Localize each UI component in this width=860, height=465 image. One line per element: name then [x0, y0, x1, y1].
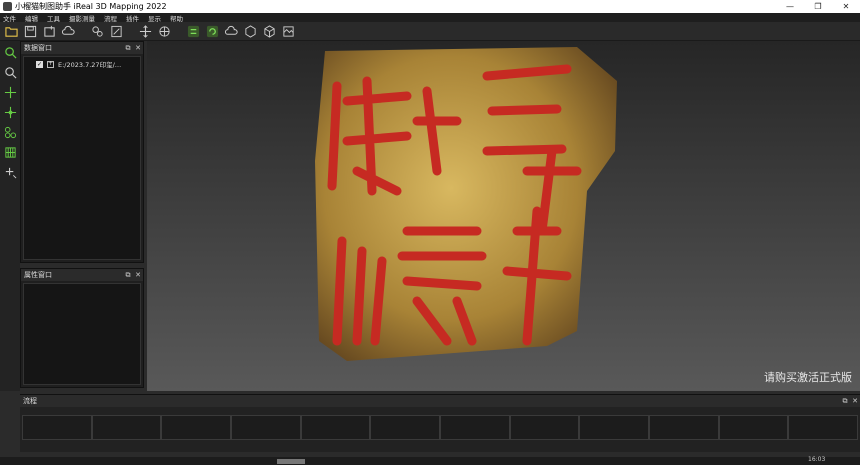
expand-icon[interactable]: + — [47, 60, 54, 68]
menu-help[interactable]: 帮助 — [170, 13, 183, 23]
data-tree: ✓ + E:/2023.7.27印玺/… — [23, 56, 141, 260]
menu-edit[interactable]: 编辑 — [25, 13, 38, 23]
maximize-button[interactable]: ❐ — [804, 2, 832, 11]
process-panel-header: 流程 ⧉ ✕ — [20, 395, 860, 407]
move-icon[interactable] — [138, 24, 153, 38]
minimize-button[interactable]: — — [776, 2, 804, 11]
grid-icon[interactable] — [3, 145, 18, 159]
close-icon[interactable]: ✕ — [133, 44, 143, 52]
menu-bar: 文件 编辑 工具 摄影测量 流程 插件 显示 帮助 — [0, 13, 860, 23]
toolbar-separator — [80, 24, 86, 38]
menu-display[interactable]: 显示 — [148, 13, 161, 23]
zoom-icon[interactable] — [3, 65, 18, 79]
scroll-handle[interactable] — [277, 459, 305, 464]
data-panel-header: 数据窗口 ⧉ ✕ — [21, 42, 143, 54]
clock: 16:03 — [808, 456, 826, 463]
process-slot[interactable] — [788, 415, 859, 440]
seal-model — [315, 47, 617, 361]
add-point-icon[interactable] — [3, 165, 18, 179]
process-slot[interactable] — [91, 415, 162, 440]
menu-photogrammetry[interactable]: 摄影测量 — [69, 13, 95, 23]
process-slot[interactable] — [300, 415, 371, 440]
node-icon[interactable] — [3, 125, 18, 139]
cloud-upload-icon[interactable] — [224, 24, 239, 38]
process-slot[interactable] — [579, 415, 650, 440]
toolbar-separator — [176, 24, 182, 38]
menu-plugins[interactable]: 插件 — [126, 13, 139, 23]
tree-item-label: E:/2023.7.27印玺/… — [58, 61, 122, 69]
texture-icon[interactable] — [281, 24, 296, 38]
cube-icon[interactable] — [243, 24, 258, 38]
point-pick-icon[interactable] — [3, 105, 18, 119]
sync-icon[interactable] — [186, 24, 201, 38]
crosshair-icon[interactable] — [3, 85, 18, 99]
script-icon[interactable] — [109, 24, 124, 38]
process-slot[interactable] — [718, 415, 789, 440]
refresh-icon[interactable] — [205, 24, 220, 38]
property-list — [23, 283, 141, 385]
menu-tools[interactable]: 工具 — [47, 13, 60, 23]
folder-open-icon[interactable] — [4, 24, 19, 38]
property-panel: 属性窗口 ⧉ ✕ — [20, 268, 144, 388]
app-icon — [3, 2, 12, 11]
tree-item[interactable]: ✓ + E:/2023.7.27印玺/… — [24, 57, 140, 69]
toolbar-separator — [128, 24, 134, 38]
menu-workflow[interactable]: 流程 — [104, 13, 117, 23]
window-title: 小榴猫制图助手 iReal 3D Mapping 2022 — [15, 2, 167, 11]
menu-file[interactable]: 文件 — [3, 13, 16, 23]
rotate-icon[interactable] — [157, 24, 172, 38]
status-bar: 16:03 — [0, 456, 860, 465]
3d-viewport[interactable]: 请购买激活正式版 — [147, 41, 860, 391]
process-panel-title: 流程 — [23, 397, 37, 405]
save-icon[interactable] — [23, 24, 38, 38]
side-toolbar — [0, 41, 20, 391]
search-icon[interactable] — [3, 45, 18, 59]
process-slot[interactable] — [231, 415, 301, 440]
data-panel: 数据窗口 ⧉ ✕ ✓ + E:/2023.7.27印玺/… — [20, 41, 144, 263]
process-slot[interactable] — [370, 415, 441, 440]
close-icon[interactable]: ✕ — [133, 271, 143, 279]
float-icon[interactable]: ⧉ — [123, 271, 133, 280]
float-icon[interactable]: ⧉ — [123, 44, 133, 53]
process-slot[interactable] — [649, 415, 719, 440]
process-slot[interactable] — [509, 415, 580, 440]
new-project-icon[interactable] — [42, 24, 57, 38]
process-slots — [22, 415, 859, 440]
process-slot[interactable] — [161, 415, 232, 440]
checkbox[interactable]: ✓ — [36, 60, 43, 68]
title-bar: 小榴猫制图助手 iReal 3D Mapping 2022 — ❐ ✕ — [0, 0, 860, 13]
close-icon[interactable]: ✕ — [850, 397, 860, 405]
close-button[interactable]: ✕ — [832, 2, 860, 11]
process-slot[interactable] — [440, 415, 510, 440]
cube-alt-icon[interactable] — [262, 24, 277, 38]
data-panel-title: 数据窗口 — [24, 44, 52, 52]
float-icon[interactable]: ⧉ — [840, 397, 850, 406]
property-panel-title: 属性窗口 — [24, 271, 52, 279]
watermark: 请购买激活正式版 — [764, 371, 852, 384]
process-icon[interactable] — [90, 24, 105, 38]
process-slot[interactable] — [22, 415, 92, 440]
main-toolbar — [0, 22, 860, 41]
property-panel-header: 属性窗口 ⧉ ✕ — [21, 269, 143, 281]
process-panel: 流程 ⧉ ✕ — [20, 394, 860, 452]
cloud-icon[interactable] — [61, 24, 76, 38]
